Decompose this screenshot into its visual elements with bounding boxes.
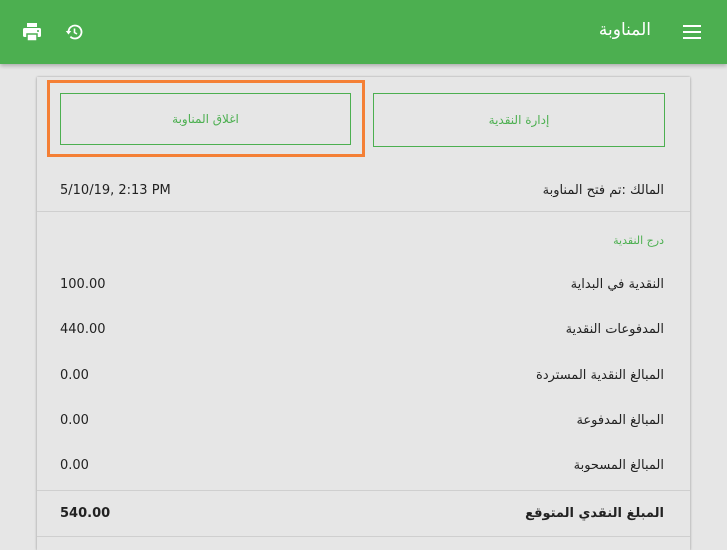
cash-row-label: المبالغ المسحوبة [573,457,664,473]
cash-row-value: 0.00 [60,457,89,473]
close-shift-button[interactable]: اغلاق المناوبة [60,93,351,145]
divider [37,211,690,212]
cash-drawer-header: درج النقدية [613,234,664,247]
shift-opened-row: 5/10/19, 2:13 PM المالك :تم فتح المناوبة [37,170,690,210]
cash-row-starting: 100.00 النقدية في البداية [37,264,690,304]
cash-row-label: المبالغ المدفوعة [576,412,664,428]
cash-row-payments: 440.00 المدفوعات النقدية [37,309,690,349]
menu-icon[interactable] [683,24,701,39]
cash-row-label: المبالغ النقدية المستردة [536,367,664,383]
divider [37,490,690,491]
cash-row-label: النقدية في البداية [570,276,664,292]
cash-row-paid-in: 0.00 المبالغ المدفوعة [37,400,690,440]
shift-opened-time: 5/10/19, 2:13 PM [60,182,171,198]
print-icon[interactable] [22,22,42,42]
app-toolbar: المناوبة [0,0,727,64]
cash-row-refunds: 0.00 المبالغ النقدية المستردة [37,355,690,395]
cash-row-value: 0.00 [60,367,89,383]
expected-cash-label: المبلغ النقدي المتوقع [525,505,664,521]
cash-row-label: المدفوعات النقدية [565,321,664,337]
expected-cash-value: 540.00 [60,505,111,521]
cash-row-value: 100.00 [60,276,106,292]
cash-row-value: 0.00 [60,412,89,428]
shift-opened-label: المالك :تم فتح المناوبة [542,182,664,198]
manage-cash-button[interactable]: إدارة النقدية [373,93,665,147]
cash-row-value: 440.00 [60,321,106,337]
history-icon[interactable] [64,22,84,42]
page-title: المناوبة [598,20,651,40]
cash-row-expected: 540.00 المبلغ النقدي المتوقع [37,493,690,533]
divider [37,536,690,537]
cash-row-paid-out: 0.00 المبالغ المسحوبة [37,445,690,485]
shift-card: اغلاق المناوبة إدارة النقدية 5/10/19, 2:… [37,77,690,550]
